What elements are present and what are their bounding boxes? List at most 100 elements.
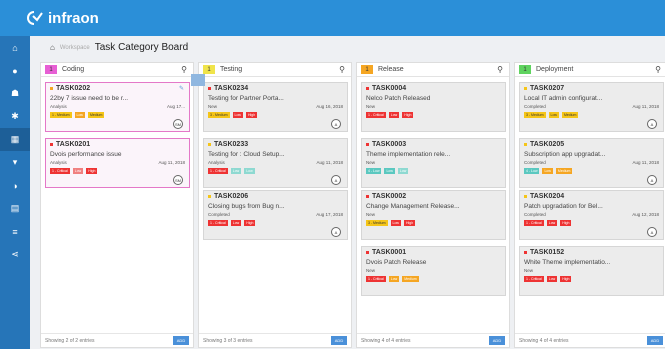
infraon-logo-icon [24, 10, 44, 26]
priority-tag: Low [397, 168, 409, 174]
breadcrumb-workspace[interactable]: Workspace [60, 45, 90, 51]
priority-tag: Low [388, 276, 400, 282]
board-icon[interactable]: ▦ [0, 128, 30, 151]
task-id: TASK0201 [56, 141, 91, 148]
list-icon[interactable]: ≡ [0, 220, 30, 243]
priority-tag: 1 - Critical [208, 168, 228, 174]
avatar[interactable]: A [647, 119, 657, 129]
task-title: 22by 7 issue need to be r... [50, 95, 129, 102]
board-column-deployment: 1 Deployment ⚲ TASK0207 Local IT admin c… [514, 62, 665, 348]
breadcrumb: ⌂ Workspace Task Category Board [50, 42, 188, 53]
task-status: Completed [524, 160, 546, 165]
tag-list: 3 - Medium Low Medium [524, 112, 659, 118]
task-status: New [524, 268, 534, 273]
priority-tag: Low [232, 112, 243, 118]
tag-list: 1 - Critical Low Medium [366, 276, 501, 282]
status-dot-icon [366, 195, 369, 198]
board-column-coding: 1 Coding ⚲ TASK0202 22by 7 issue need to… [40, 62, 194, 348]
priority-tag: Low [384, 168, 395, 174]
column-body: TASK0202 22by 7 issue need to be r... An… [41, 78, 193, 328]
tag-list: 3 - Medium Low High [208, 112, 343, 118]
priority-tag: Medium [561, 112, 579, 118]
search-icon[interactable]: ⚲ [181, 65, 187, 74]
search-icon[interactable]: ⚲ [497, 65, 503, 74]
home-icon[interactable]: ⌂ [50, 43, 55, 52]
search-icon[interactable]: ⚲ [655, 65, 661, 74]
task-date: Aug 11, 2018 [632, 104, 659, 109]
priority-tag: 3 - Medium [208, 112, 230, 118]
tag-list: 4 - Low Low Medium [524, 168, 659, 174]
task-card[interactable]: TASK0233 Testing for : Cloud Setup... An… [203, 138, 348, 188]
priority-tag: Low [388, 112, 400, 118]
settings-icon[interactable]: ✱ [0, 105, 30, 128]
app-logo[interactable]: infraon [24, 10, 99, 27]
task-date: Aug 11, 2018 [632, 160, 659, 165]
task-card[interactable]: TASK0205 Subscription app upgradat... Co… [519, 138, 664, 188]
add-task-button[interactable]: ADD [331, 336, 347, 345]
task-card[interactable]: TASK0152 White Theme implementatio... Ne… [519, 246, 664, 296]
avatar[interactable]: A [647, 175, 657, 185]
filter-icon[interactable]: ▾ [0, 151, 30, 174]
edit-icon[interactable]: ✎ [179, 85, 184, 92]
status-dot-icon [208, 195, 211, 198]
task-card[interactable]: TASK0202 22by 7 issue need to be r... An… [45, 82, 190, 132]
task-title: Testing for Partner Porta... [208, 95, 284, 102]
avatar[interactable]: A [331, 227, 341, 237]
home-icon[interactable]: ⌂ [0, 36, 30, 59]
users-icon[interactable]: ☗ [0, 82, 30, 105]
sidebar: ⌂ ● ☗ ✱ ▦ ▾ ◑ ▤ ≡ ⋖ [0, 36, 30, 349]
task-card[interactable]: TASK0206 Closing bugs from Bug n... Comp… [203, 190, 348, 240]
entries-count: Showing 3 of 3 entries [203, 337, 253, 344]
search-icon[interactable]: ⚲ [339, 65, 345, 74]
priority-tag: Low [72, 168, 84, 174]
status-dot-icon [366, 143, 369, 146]
avatar[interactable]: A [331, 119, 341, 129]
priority-tag: Low [390, 220, 401, 226]
share-icon[interactable]: ⋖ [0, 243, 30, 266]
task-card[interactable]: TASK0201 Dvois performance issue Analysi… [45, 138, 190, 188]
priority-tag: Low [74, 112, 85, 118]
task-card[interactable]: TASK0204 Patch upgradation for Bel... Co… [519, 190, 664, 240]
task-date: Aug 12, 2018 [632, 212, 659, 217]
task-status: Analysis [50, 104, 67, 109]
column-title: Release [378, 66, 404, 73]
column-footer: Showing 4 of 4 entries ADD [515, 333, 665, 347]
column-title: Coding [62, 66, 85, 73]
status-dot-icon [208, 143, 211, 146]
priority-tag: 1 - Critical [524, 220, 544, 226]
add-task-button[interactable]: ADD [489, 336, 505, 345]
gauge-icon[interactable]: ◑ [0, 174, 30, 197]
priority-tag: 3 - Medium [366, 220, 388, 226]
task-card[interactable]: TASK0002 Change Management Release... Ne… [361, 190, 506, 240]
status-dot-icon [208, 87, 211, 90]
tag-list: 4 - Low Low Low [366, 168, 501, 174]
task-card[interactable]: TASK0234 Testing for Partner Porta... Ne… [203, 82, 348, 132]
avatar[interactable]: A [647, 227, 657, 237]
add-task-button[interactable]: ADD [647, 336, 663, 345]
task-card[interactable]: TASK0003 Theme implementation rele... Ne… [361, 138, 506, 188]
column-header: 1 Release ⚲ [357, 63, 509, 77]
tag-list: 3 - Medium Low High [366, 220, 501, 226]
user-icon[interactable]: ● [0, 59, 30, 82]
column-count-badge: 1 [519, 65, 531, 74]
avatar[interactable]: A [331, 175, 341, 185]
task-date: Aug 17... [166, 104, 185, 109]
avatar[interactable]: SM [173, 175, 183, 185]
priority-tag: 1 - Critical [208, 220, 228, 226]
task-card[interactable]: TASK0207 Local IT admin configurat... Co… [519, 82, 664, 132]
priority-tag: High [86, 168, 98, 174]
priority-tag: 1 - Critical [366, 276, 386, 282]
task-card[interactable]: TASK0001 Dvois Patch Release New 1 - Cri… [361, 246, 506, 296]
status-dot-icon [50, 87, 53, 90]
chart-icon[interactable]: ▤ [0, 197, 30, 220]
card-action-popup[interactable] [191, 74, 205, 86]
column-title: Deployment [536, 66, 574, 73]
entries-count: Showing 4 of 4 entries [519, 337, 569, 344]
add-task-button[interactable]: ADD [173, 336, 189, 345]
task-title: White Theme implementatio... [524, 259, 611, 266]
priority-tag: High [402, 112, 414, 118]
avatar[interactable]: SM [173, 119, 183, 129]
column-count-badge: 1 [361, 65, 373, 74]
tag-list: 1 - Medium Low Medium [50, 112, 185, 118]
task-card[interactable]: TASK0004 Nelco Patch Released New 1 - Cr… [361, 82, 506, 132]
